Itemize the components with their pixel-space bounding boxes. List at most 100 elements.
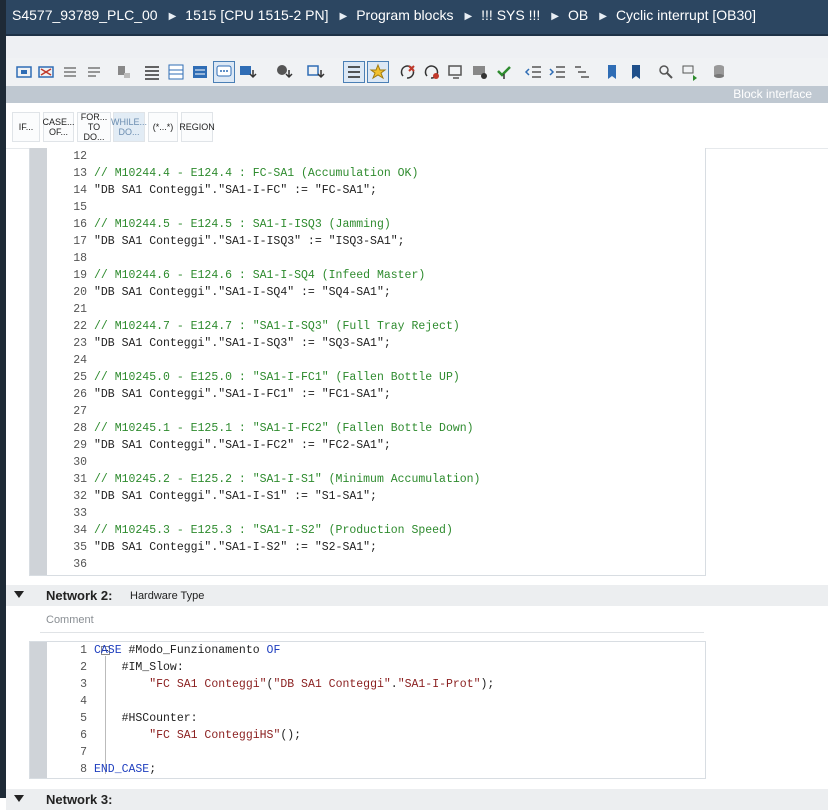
bookmark-prev-icon[interactable] — [602, 62, 622, 82]
network-2-title: Network 2: — [46, 588, 113, 603]
line-number: 30 — [73, 456, 87, 469]
comment-toggle-icon[interactable] — [213, 61, 235, 83]
code-text[interactable]: END_CASE; — [94, 763, 156, 776]
line-number: 14 — [73, 184, 87, 197]
line-number: 16 — [73, 218, 87, 231]
code-text[interactable]: // M10245.3 - E125.3 : "SA1-I-S2" (Produ… — [94, 524, 453, 537]
line-number: 27 — [73, 405, 87, 418]
line-number: 24 — [73, 354, 87, 367]
code-text[interactable]: "DB SA1 Conteggi"."SA1-I-S2" := "S2-SA1"… — [94, 541, 377, 554]
monitor-icon[interactable] — [446, 62, 466, 82]
code-text[interactable]: CASE #Modo_Funzionamento OF — [94, 644, 280, 657]
code-text[interactable]: // M10245.2 - E125.2 : "SA1-I-S1" (Minim… — [94, 473, 480, 486]
line-number: 3 — [80, 678, 87, 691]
tag-info-icon[interactable] — [274, 62, 294, 82]
network-2-comment-field[interactable]: Comment — [40, 610, 704, 633]
code-text[interactable]: // M10245.0 - E125.0 : "SA1-I-FC1" (Fall… — [94, 371, 460, 384]
show-all-icon[interactable] — [343, 61, 365, 83]
code-text[interactable]: "FC SA1 ConteggiHS"(); — [94, 729, 301, 742]
database-icon[interactable] — [710, 62, 730, 82]
disable-breakpoints-icon[interactable] — [422, 62, 442, 82]
instr-comment-button[interactable]: (*...*) — [148, 112, 178, 142]
append-row-icon[interactable] — [84, 62, 104, 82]
line-number: 2 — [80, 661, 87, 674]
line-number: 6 — [80, 729, 87, 742]
network-navigation-icon[interactable] — [306, 62, 326, 82]
line-number: 25 — [73, 371, 87, 384]
block-interface-label: Block interface — [733, 87, 812, 101]
block-call-icon[interactable] — [114, 62, 134, 82]
code-text[interactable]: // M10244.5 - E124.5 : SA1-I-ISQ3 (Jammi… — [94, 218, 391, 231]
line-number: 26 — [73, 388, 87, 401]
line-number: 17 — [73, 235, 87, 248]
search-icon[interactable] — [656, 62, 676, 82]
instr-region-button[interactable]: REGION — [179, 112, 215, 142]
code-text[interactable]: "DB SA1 Conteggi"."SA1-I-FC1" := "FC1-SA… — [94, 388, 391, 401]
code-text[interactable]: "DB SA1 Conteggi"."SA1-I-SQ3" := "SQ3-SA… — [94, 337, 391, 350]
line-number: 29 — [73, 439, 87, 452]
clear-breakpoints-icon[interactable] — [398, 62, 418, 82]
network-2-header[interactable]: Network 2: Hardware Type — [6, 585, 828, 606]
compact-view-icon[interactable] — [190, 62, 210, 82]
line-number: 22 — [73, 320, 87, 333]
list-view-icon[interactable] — [142, 62, 162, 82]
absolute-address-icon[interactable] — [238, 62, 258, 82]
favorites-icon[interactable] — [367, 61, 389, 83]
code-text[interactable]: "DB SA1 Conteggi"."SA1-I-SQ4" := "SQ4-SA… — [94, 286, 391, 299]
line-number: 31 — [73, 473, 87, 486]
line-number: 4 — [80, 695, 87, 708]
snapshot-icon[interactable] — [470, 62, 490, 82]
line-number: 18 — [73, 252, 87, 265]
crumb-program-blocks[interactable]: Program blocks — [356, 7, 453, 23]
instr-for-button[interactable]: FOR... TO DO... — [77, 112, 111, 142]
line-number: 35 — [73, 541, 87, 554]
collapse-triangle-icon[interactable] — [14, 591, 24, 598]
line-number: 19 — [73, 269, 87, 282]
indent-right-icon[interactable] — [548, 62, 568, 82]
crumb-ob-folder[interactable]: OB — [568, 7, 588, 23]
network-2-subtitle[interactable]: Hardware Type — [130, 590, 204, 602]
line-number: 28 — [73, 422, 87, 435]
line-number: 34 — [73, 524, 87, 537]
instr-while-button[interactable]: WHILE... DO... — [111, 112, 147, 142]
crumb-project[interactable]: S4577_93789_PLC_00 — [12, 7, 158, 23]
format-icon[interactable] — [572, 62, 592, 82]
code-text[interactable]: "DB SA1 Conteggi"."SA1-I-FC2" := "FC2-SA… — [94, 439, 391, 452]
code-text[interactable]: "DB SA1 Conteggi"."SA1-I-S1" := "S1-SA1"… — [94, 490, 377, 503]
network-1-code-editor[interactable]: 12 13 // M10244.4 - E124.4 : FC-SA1 (Accum… — [29, 148, 706, 576]
bookmark-next-icon[interactable] — [626, 62, 646, 82]
code-text[interactable]: #HSCounter: — [94, 712, 198, 725]
code-text[interactable]: // M10244.6 - E124.6 : SA1-I-SQ4 (Infeed… — [94, 269, 425, 282]
code-text[interactable]: // M10244.7 - E124.7 : "SA1-I-SQ3" (Full… — [94, 320, 460, 333]
chevron-right-icon: ▶ — [599, 11, 607, 22]
network-2-code-editor[interactable]: 1 CASE #Modo_Funzionamento OF 2 #IM_Slow: 3… — [29, 641, 706, 779]
table-view-icon[interactable] — [166, 62, 186, 82]
crumb-current-block[interactable]: Cyclic interrupt [OB30] — [616, 7, 756, 23]
crumb-sys-folder[interactable]: !!! SYS !!! — [481, 7, 540, 23]
code-text[interactable]: #IM_Slow: — [94, 661, 184, 674]
chevron-right-icon: ▶ — [464, 11, 473, 22]
network-3-header[interactable]: Network 3: — [6, 789, 828, 810]
download-check-icon[interactable] — [494, 62, 514, 82]
block-interface-bar[interactable]: Block interface — [6, 86, 828, 103]
line-number: 33 — [73, 507, 87, 520]
instr-if-button[interactable]: IF... — [12, 112, 40, 142]
code-text[interactable]: // M10244.4 - E124.4 : FC-SA1 (Accumulat… — [94, 167, 418, 180]
insert-row-icon[interactable] — [60, 62, 80, 82]
delete-network-icon[interactable] — [36, 62, 56, 82]
line-number: 15 — [73, 201, 87, 214]
crumb-device[interactable]: 1515 [CPU 1515-2 PN] — [185, 7, 328, 23]
comment-placeholder: Comment — [46, 614, 94, 626]
indent-left-icon[interactable] — [524, 62, 544, 82]
insert-network-icon[interactable] — [14, 62, 34, 82]
code-text[interactable]: // M10245.1 - E125.1 : "SA1-I-FC2" (Fall… — [94, 422, 474, 435]
go-online-icon[interactable] — [680, 62, 700, 82]
instr-case-button[interactable]: CASE... OF... — [43, 112, 75, 142]
line-number: 1 — [80, 644, 87, 657]
line-number: 8 — [80, 763, 87, 776]
editor-gutter — [30, 148, 47, 575]
collapse-triangle-icon[interactable] — [14, 795, 24, 802]
code-text[interactable]: "FC SA1 Conteggi"("DB SA1 Conteggi"."SA1… — [94, 678, 494, 691]
code-text[interactable]: "DB SA1 Conteggi"."SA1-I-ISQ3" := "ISQ3-… — [94, 235, 405, 248]
code-text[interactable]: "DB SA1 Conteggi"."SA1-I-FC" := "FC-SA1"… — [94, 184, 377, 197]
